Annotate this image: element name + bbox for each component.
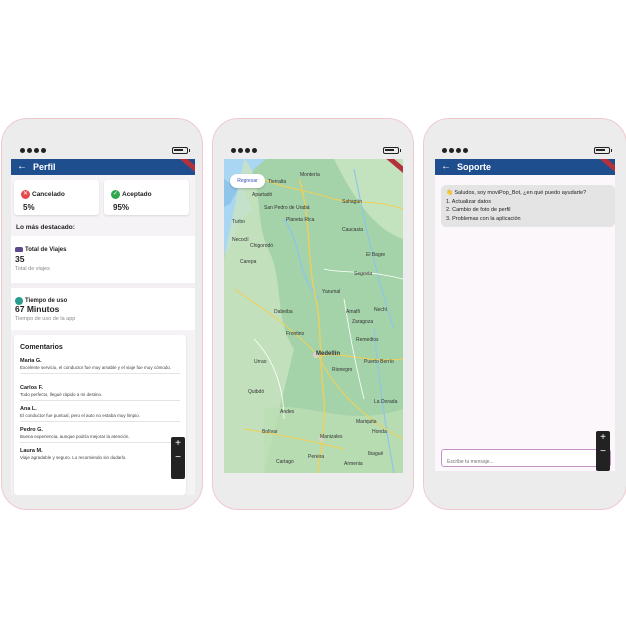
map-label: Yarumal xyxy=(322,289,341,295)
comment-item: Ana L. El conductor fue puntual, pero el … xyxy=(20,405,180,422)
map-label: Andes xyxy=(280,409,295,415)
phone-profile: ← Perfil ✕ Cancelado 5% ✓ Aceptado 95% Lo … xyxy=(1,118,203,510)
phone-map: Regresar Montería San Pedro de Urabá Cau… xyxy=(212,118,414,510)
arrow-left-icon[interactable]: ← xyxy=(441,160,451,174)
signal-dots xyxy=(20,148,46,153)
map-label: Ibagué xyxy=(368,451,384,457)
map-label: Honda xyxy=(372,429,387,435)
signal-dots xyxy=(442,148,468,153)
back-button[interactable]: Regresar xyxy=(230,174,265,188)
map-label: El Bagre xyxy=(366,252,386,258)
map-label: Remedios xyxy=(356,337,379,343)
map-graphic xyxy=(224,159,403,473)
map-label: Apartadó xyxy=(252,192,273,198)
map-label: Quibdó xyxy=(248,389,265,395)
zoom-control: + − xyxy=(171,437,185,479)
zoom-control: + − xyxy=(596,431,610,471)
comment-item: Laura M. Viaje agradable y seguro. Lo rec… xyxy=(20,448,127,460)
page-title: Soporte xyxy=(457,162,492,172)
battery-icon xyxy=(383,147,401,154)
highlights-title: Lo más destacado: xyxy=(16,224,75,231)
map-label: Dabeiba xyxy=(274,309,293,315)
map-view[interactable]: Regresar Montería San Pedro de Urabá Cau… xyxy=(224,159,403,473)
plus-icon[interactable]: + xyxy=(596,431,610,445)
usage-panel: Tiempo de uso 67 Minutos Tiempo de uso d… xyxy=(11,288,195,330)
battery-icon xyxy=(172,147,190,154)
trips-sub: Total de viajes xyxy=(15,266,50,272)
trips-value: 35 xyxy=(15,254,25,264)
map-label: San Pedro de Urabá xyxy=(264,205,310,211)
map-label: Armenia xyxy=(344,461,363,467)
cancelled-label: Cancelado xyxy=(32,191,65,199)
status-bar xyxy=(424,147,626,157)
accepted-value: 95% xyxy=(113,203,130,212)
comment-item: Pedro G. Buena experiencia, aunque podría… xyxy=(20,426,180,443)
map-label: Urrao xyxy=(254,359,267,365)
map-label: Cartago xyxy=(276,459,294,465)
map-label: Frontino xyxy=(286,331,305,337)
bot-option[interactable]: 1. Actualizar datos xyxy=(446,198,610,207)
bot-option[interactable]: 2. Cambio de foto de perfil xyxy=(446,206,610,215)
status-bar xyxy=(213,147,413,157)
debug-banner xyxy=(596,159,615,177)
map-label: La Dorada xyxy=(374,399,398,405)
car-icon xyxy=(15,247,23,253)
map-label: Carepa xyxy=(240,259,257,265)
map-label: Nechí xyxy=(374,307,388,313)
usage-value: 67 Minutos xyxy=(15,304,60,314)
message-input[interactable] xyxy=(442,454,610,470)
message-input-box xyxy=(441,449,611,470)
cancel-icon: ✕ xyxy=(21,190,30,200)
comment-item: Maria G. Excelente servicio, el conductor… xyxy=(20,357,180,374)
usage-label: Tiempo de uso xyxy=(25,297,68,304)
map-label: Bolívar xyxy=(262,429,278,435)
map-screen: Regresar Montería San Pedro de Urabá Cau… xyxy=(224,159,403,473)
check-icon: ✓ xyxy=(111,190,120,200)
bot-greeting: 👋 Saludos, soy moviPop_Bot, ¿en qué pued… xyxy=(446,190,587,196)
map-label: Necoclí xyxy=(232,237,249,243)
map-label: Amalfi xyxy=(346,309,360,315)
map-label: Puerto Berrío xyxy=(364,359,394,365)
bot-message: 👋 Saludos, soy moviPop_Bot, ¿en qué pued… xyxy=(441,185,615,227)
arrow-left-icon[interactable]: ← xyxy=(17,160,27,174)
comment-item: Carlos F. Todo perfecto, llegué rápido a … xyxy=(20,384,180,401)
map-label: Caucasia xyxy=(342,227,363,233)
map-label: Chigorodó xyxy=(250,243,274,249)
accepted-card: ✓ Aceptado 95% xyxy=(104,180,189,215)
trips-panel: Total de Viajes 35 Total de viajes xyxy=(11,236,195,283)
map-label: Pereira xyxy=(308,454,325,460)
cancelled-value: 5% xyxy=(23,203,35,212)
status-bar xyxy=(2,147,202,157)
map-label: Segovia xyxy=(354,271,373,277)
debug-banner xyxy=(176,159,195,177)
map-label: Planeta Rica xyxy=(286,217,315,223)
map-label: Turbo xyxy=(232,219,245,225)
cancelled-card: ✕ Cancelado 5% xyxy=(14,180,99,215)
map-label: Sahagún xyxy=(342,199,363,205)
map-label: Montería xyxy=(300,172,320,178)
map-label: Medellín xyxy=(316,351,341,357)
app-bar: ← Soporte xyxy=(435,159,615,177)
bot-option[interactable]: 3. Problemas con la aplicación xyxy=(446,215,610,224)
signal-dots xyxy=(231,148,257,153)
map-label: Rionegro xyxy=(332,367,353,373)
battery-icon xyxy=(594,147,612,154)
support-screen: ← Soporte 👋 Saludos, soy moviPop_Bot, ¿e… xyxy=(435,159,615,471)
minus-icon[interactable]: − xyxy=(596,445,610,459)
comments-card: Comentarios Maria G. Excelente servicio, … xyxy=(14,335,186,495)
map-label: Tierralta xyxy=(268,179,287,185)
trips-label: Total de Viajes xyxy=(25,246,67,253)
plus-icon[interactable]: + xyxy=(171,437,185,451)
map-label: Zaragoza xyxy=(352,319,374,325)
map-label: Manizales xyxy=(320,434,343,440)
comments-title: Comentarios xyxy=(20,344,63,351)
accepted-label: Aceptado xyxy=(122,191,152,199)
map-label: Mariquita xyxy=(356,419,377,425)
minus-icon[interactable]: − xyxy=(171,451,185,465)
profile-screen: ← Perfil ✕ Cancelado 5% ✓ Aceptado 95% Lo … xyxy=(11,159,195,495)
usage-sub: Tiempo de uso de la app xyxy=(15,316,76,322)
page-title: Perfil xyxy=(33,162,56,172)
app-bar: ← Perfil xyxy=(11,159,195,177)
phone-support: ← Soporte 👋 Saludos, soy moviPop_Bot, ¿e… xyxy=(423,118,626,510)
